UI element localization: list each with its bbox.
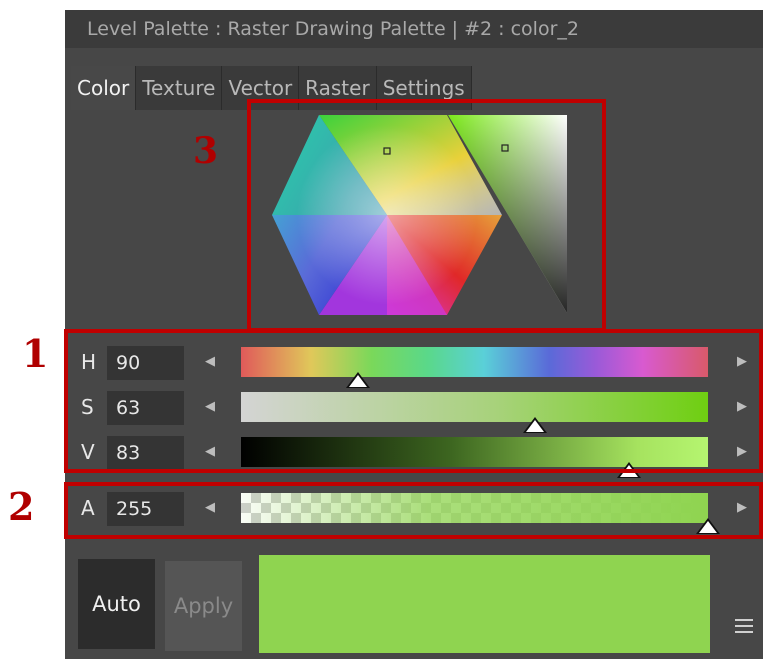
menu-icon[interactable] <box>735 619 753 637</box>
bottom-bar: Auto Apply <box>65 545 763 659</box>
current-color-swatch <box>259 555 710 653</box>
callout-number-3: 3 <box>193 130 219 172</box>
callout-number-2: 2 <box>8 484 35 529</box>
highlight-box-2 <box>64 482 763 539</box>
auto-button[interactable]: Auto <box>78 559 155 649</box>
callout-number-1: 1 <box>22 331 49 376</box>
apply-button[interactable]: Apply <box>165 561 242 651</box>
highlight-box-3 <box>247 99 606 332</box>
highlight-box-1 <box>64 329 763 473</box>
